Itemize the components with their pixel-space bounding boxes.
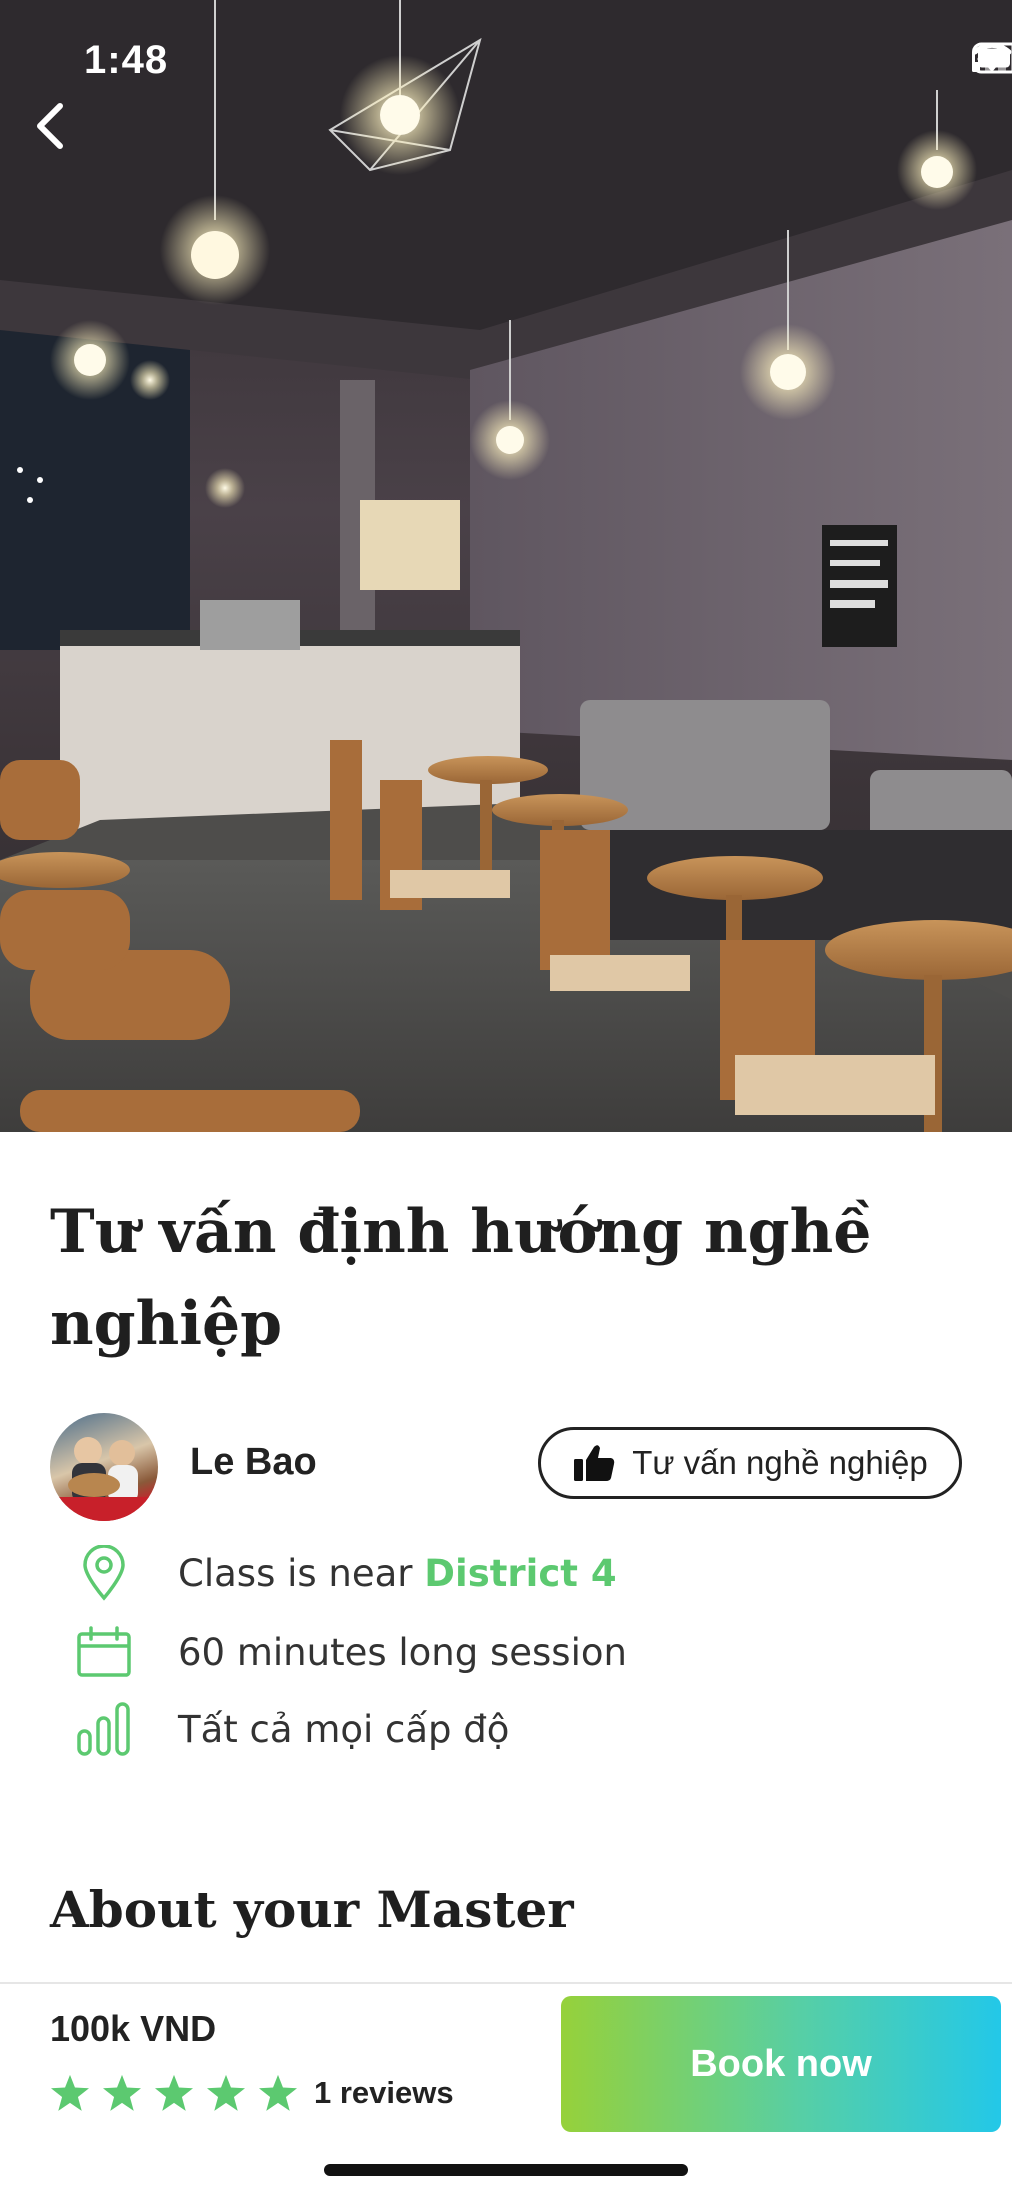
battery-icon	[972, 42, 1012, 74]
location-pin-icon	[83, 1545, 125, 1601]
location-prefix: Class is near	[178, 1551, 413, 1595]
star-icon	[51, 2074, 89, 2111]
status-time: 1:48	[84, 38, 169, 82]
star-icon	[103, 2074, 141, 2111]
book-now-button[interactable]: Book now	[561, 1996, 1001, 2132]
star-icon	[259, 2074, 297, 2111]
price-label: 100k VND	[50, 2008, 217, 2049]
duration-text: 60 minutes long session	[178, 1630, 627, 1674]
location-district[interactable]: District 4	[424, 1552, 616, 1595]
master-row: Le Bao Tư vấn nghề nghiệp	[50, 1413, 962, 1521]
location-row: Class is near District 4	[72, 1543, 617, 1603]
chevron-left-icon	[37, 103, 63, 149]
home-indicator	[324, 2164, 688, 2176]
bar-chart-icon	[77, 1702, 130, 1756]
thumbs-up-icon	[574, 1445, 615, 1481]
cafe-interior-image	[0, 0, 1012, 1132]
category-chip[interactable]: Tư vấn nghề nghiệp	[538, 1427, 962, 1499]
reviews-count[interactable]: 1 reviews	[314, 2075, 454, 2111]
back-button[interactable]	[30, 100, 100, 170]
calendar-icon	[77, 1626, 131, 1677]
level-text: Tất cả mọi cấp độ	[178, 1707, 510, 1751]
level-row: Tất cả mọi cấp độ	[72, 1699, 509, 1759]
master-name[interactable]: Le Bao	[190, 1441, 317, 1484]
duration-row: 60 minutes long session	[72, 1622, 627, 1682]
cover-photo: 1:48	[0, 0, 1012, 1132]
rating-stars: 1 reviews	[50, 2074, 454, 2112]
category-label: Tư vấn nghề nghiệp	[632, 1444, 928, 1481]
master-avatar[interactable]	[50, 1413, 158, 1521]
star-icon	[155, 2074, 193, 2111]
avatar-image	[50, 1437, 158, 1521]
class-title: Tư vấn định hướng nghề nghiệp	[50, 1197, 872, 1359]
star-icon	[207, 2074, 245, 2111]
about-master-heading: About your Master	[50, 1880, 574, 1939]
